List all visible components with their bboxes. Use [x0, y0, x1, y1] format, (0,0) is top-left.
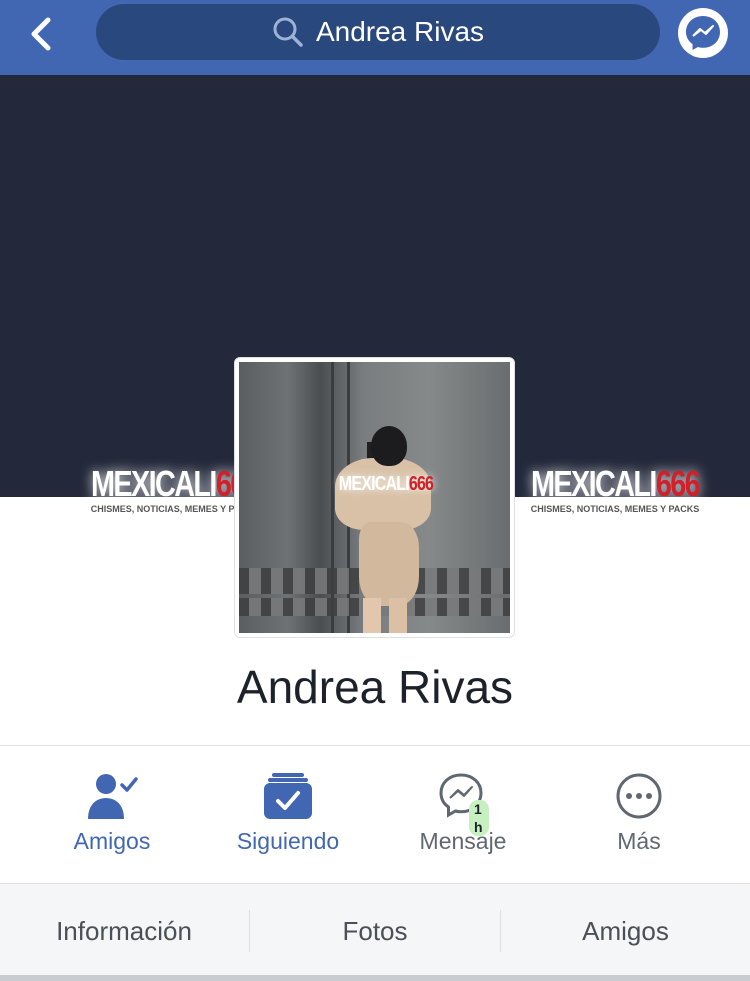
profile-name: Andrea Rivas: [236, 661, 514, 713]
search-value: Andrea Rivas: [315, 16, 485, 47]
watermark-right: MEXICALI666 CHISMES, NOTICIAS, MEMES Y P…: [510, 466, 720, 514]
messenger-button[interactable]: [678, 8, 728, 58]
message-button[interactable]: 1 h Mensaje: [378, 768, 548, 868]
watermark-tagline: CHISMES, NOTICIAS, MEMES Y PACKS: [527, 504, 703, 514]
content-edge: [0, 975, 750, 981]
watermark-brand: MEXICALI666: [531, 463, 701, 504]
search-field[interactable]: Andrea Rivas: [96, 4, 660, 60]
friends-check-icon: [88, 774, 138, 819]
following-check-icon: [264, 773, 312, 819]
friends-label: Amigos: [73, 828, 151, 854]
more-button[interactable]: Más: [554, 768, 724, 868]
more-dots-icon: [616, 773, 662, 819]
messenger-icon: [686, 16, 720, 50]
divider: [0, 745, 750, 746]
following-button[interactable]: Siguiendo: [203, 768, 373, 868]
profile-picture[interactable]: MEXICALI666: [234, 357, 515, 638]
more-label: Más: [617, 828, 661, 854]
following-label: Siguiendo: [236, 828, 340, 854]
back-button[interactable]: [20, 12, 64, 56]
back-chevron-icon: [31, 17, 51, 51]
search-icon: [273, 17, 303, 47]
tab-friends[interactable]: Amigos: [501, 884, 750, 978]
tab-information[interactable]: Información: [0, 884, 248, 978]
message-time-badge: 1 h: [469, 800, 489, 836]
watermark-center: MEXICALI666: [338, 473, 434, 495]
profile-tabs: Información Fotos Amigos: [0, 883, 750, 978]
tab-photos[interactable]: Fotos: [250, 884, 500, 978]
profile-photo-image: MEXICALI666: [239, 362, 510, 633]
friends-button[interactable]: Amigos: [27, 768, 197, 868]
message-label: Mensaje: [419, 828, 507, 854]
top-navigation-bar: Andrea Rivas: [0, 0, 750, 75]
